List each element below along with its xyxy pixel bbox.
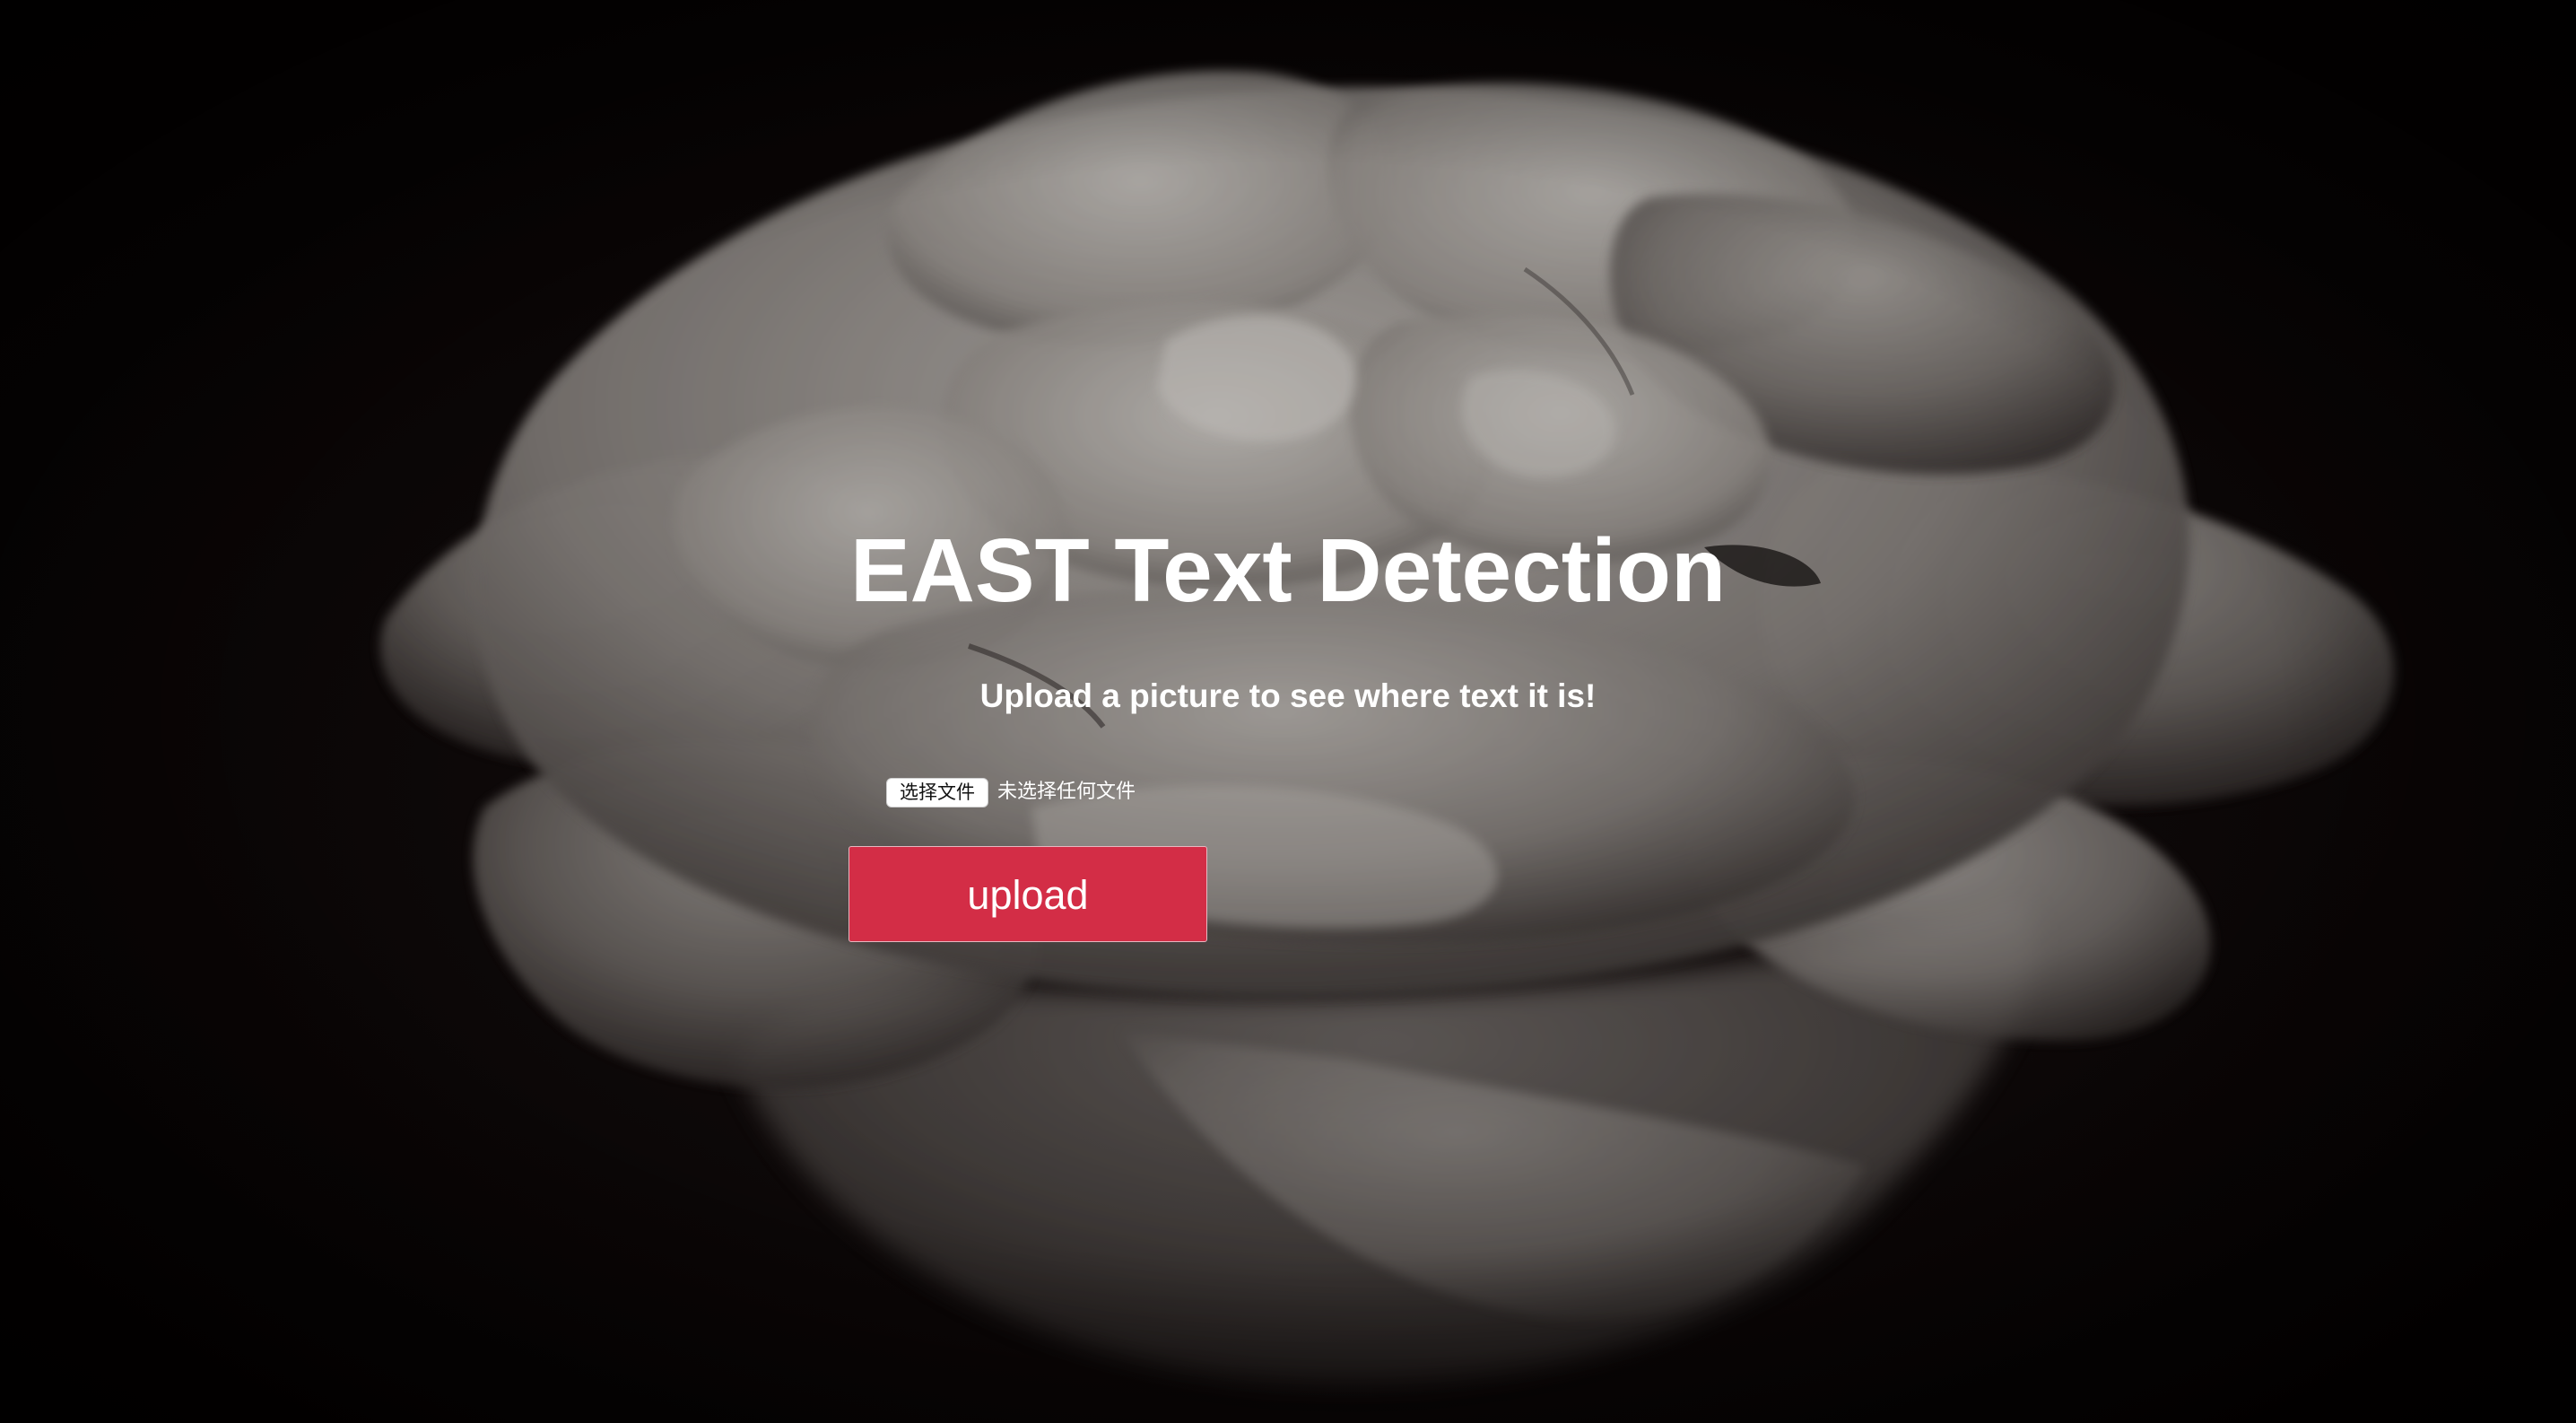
page-title: EAST Text Detection [849,520,1727,621]
main-content: EAST Text Detection Upload a picture to … [0,0,2576,1423]
choose-file-button[interactable]: 选择文件 [886,777,988,808]
page-subtitle: Upload a picture to see where text it is… [979,677,1597,714]
file-input[interactable]: 选择文件 未选择任何文件 [886,777,1136,808]
page: EAST Text Detection Upload a picture to … [0,0,2576,1423]
file-status-text: 未选择任何文件 [997,781,1136,803]
upload-button[interactable]: upload [849,846,1207,942]
